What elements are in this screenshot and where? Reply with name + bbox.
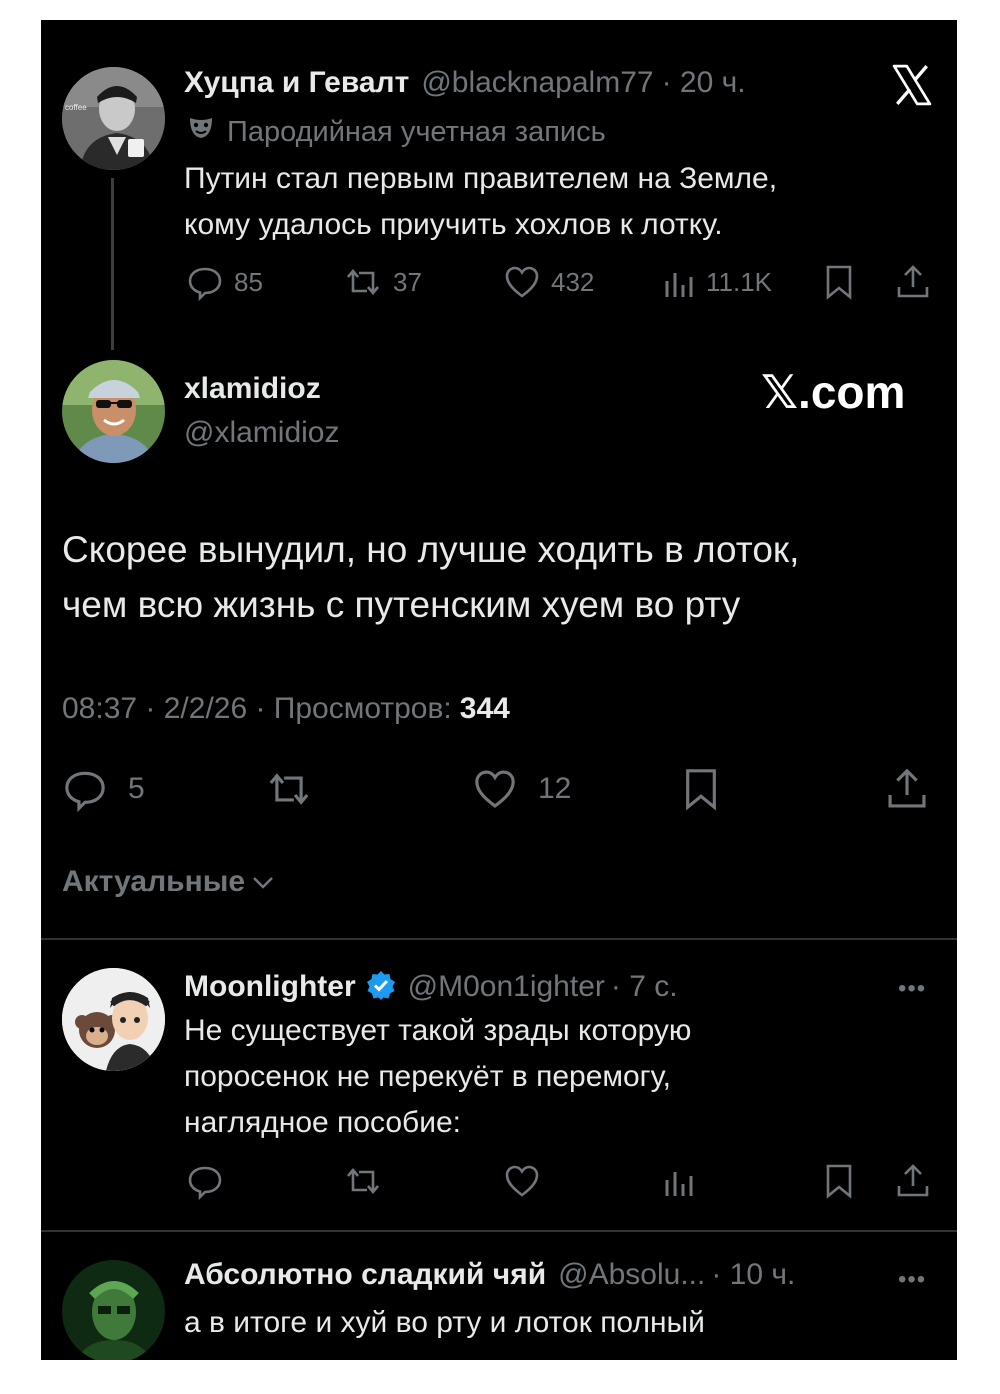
views-chart-icon: [665, 273, 693, 297]
portrait-photo: [62, 67, 165, 170]
app-screen: coffee Хуцпа и Гевалт @blacknapalm77 · 2…: [41, 20, 957, 1360]
retweet-icon: [347, 1167, 379, 1195]
quoted-retweet-count: 37: [393, 266, 422, 297]
main-tweet-views: 344: [459, 692, 510, 725]
reply1-header: Moonlighter @M0on1ighter · 7 с.: [184, 966, 678, 1004]
reply2-author-handle[interactable]: @Absolu...: [558, 1258, 705, 1292]
x-com-watermark: 𝕏.com: [761, 366, 906, 418]
quoted-tweet-text: Путин стал первым правителем на Земле, к…: [184, 156, 944, 248]
quoted-views-count: 11.1K: [706, 266, 773, 297]
retweet-icon: [347, 268, 379, 296]
quoted-author-handle[interactable]: @blacknapalm77: [421, 66, 653, 100]
main-author-name[interactable]: xlamidioz: [184, 372, 321, 406]
reply1-text-line: поросенок не перекуёт в перемогу,: [184, 1060, 671, 1093]
reply1-text: Не существует такой зрады которую поросе…: [184, 1008, 944, 1146]
heart-icon: [505, 266, 539, 298]
reply1-retweet-button[interactable]: [343, 1162, 383, 1200]
thread-connector-line: [111, 178, 114, 350]
reply2-author-name[interactable]: Абсолютно сладкий чяй: [184, 1258, 546, 1292]
parody-mask-icon: [187, 115, 215, 141]
quoted-bookmark-button[interactable]: [821, 263, 857, 301]
quoted-share-button[interactable]: [894, 263, 932, 301]
heart-icon: [475, 770, 515, 808]
reply1-author-name[interactable]: Moonlighter: [184, 970, 356, 1004]
reply1-reply-button[interactable]: [186, 1162, 224, 1200]
main-retweet-button[interactable]: [264, 766, 314, 812]
quoted-text-line: кому удалось приучить хохлов к лотку.: [184, 208, 723, 241]
main-reply-count: 5: [128, 772, 145, 805]
reply-icon: [188, 267, 222, 301]
reply1-share-button[interactable]: [894, 1162, 932, 1200]
reply1-like-button[interactable]: [503, 1162, 541, 1200]
x-logo-icon: [891, 64, 933, 111]
sort-label: Актуальные: [62, 865, 246, 898]
bookmark-icon: [686, 769, 716, 811]
section-divider: [41, 938, 957, 940]
reply2-text-line: а в итоге и хуй во рту и лоток полный: [184, 1306, 705, 1339]
reply1-author-handle[interactable]: @M0on1ighter: [408, 970, 605, 1004]
main-reply-button[interactable]: 5: [62, 766, 145, 812]
reply1-more-options-icon[interactable]: •••: [898, 975, 926, 1003]
main-like-button[interactable]: 12: [472, 766, 571, 812]
main-author-handle[interactable]: @xlamidioz: [184, 416, 340, 450]
reply-divider: [41, 1230, 957, 1232]
green-portrait-photo: [62, 1260, 165, 1360]
main-like-count: 12: [538, 772, 572, 805]
reply2-header: Абсолютно сладкий чяй @Absolu... · 10 ч.: [184, 1258, 795, 1292]
reply1-text-line: наглядное пособие:: [184, 1106, 461, 1139]
parody-label-row: Пародийная учетная запись: [187, 115, 606, 149]
main-share-button[interactable]: [884, 766, 930, 812]
share-icon: [897, 265, 929, 298]
reply1-text-line: Не существует такой зрады которую: [184, 1014, 692, 1047]
reply2-more-options-icon[interactable]: •••: [898, 1266, 926, 1294]
main-text-line: Скорее вынудил, но лучше ходить в лоток,: [62, 529, 800, 570]
bookmark-icon: [826, 265, 852, 300]
bookmark-icon: [826, 1164, 852, 1199]
quoted-time[interactable]: · 20 ч.: [662, 66, 746, 100]
reply1-author-avatar[interactable]: [62, 968, 165, 1071]
retweet-icon: [269, 773, 309, 805]
reply1-bookmark-button[interactable]: [821, 1162, 857, 1200]
reply2-text: а в итоге и хуй во рту и лоток полный: [184, 1300, 944, 1346]
reply-icon: [65, 771, 105, 812]
cup-caption: coffee: [65, 103, 87, 112]
quoted-reply-count: 85: [234, 266, 263, 297]
quoted-like-count: 432: [551, 266, 595, 297]
main-tweet-timestamp[interactable]: 08:37 · 2/2/26 · Просмотров:: [62, 692, 452, 726]
main-tweet-text: Скорее вынудил, но лучше ходить в лоток,…: [62, 522, 942, 632]
reply-icon: [188, 1166, 222, 1200]
reply2-time[interactable]: · 10 ч.: [711, 1258, 795, 1292]
views-chart-icon: [665, 1172, 693, 1196]
quoted-reply-button[interactable]: 85: [186, 263, 263, 301]
replies-sort-dropdown[interactable]: Актуальные: [62, 865, 275, 899]
main-tweet-meta: 08:37 · 2/2/26 · Просмотров: 344: [62, 692, 510, 726]
share-icon: [897, 1164, 929, 1197]
main-author-avatar[interactable]: [62, 360, 165, 463]
heart-icon: [505, 1165, 539, 1197]
main-bookmark-button[interactable]: [679, 766, 723, 812]
quoted-retweet-button[interactable]: 37: [343, 263, 422, 301]
quoted-author-name[interactable]: Хуцпа и Гевалт: [184, 66, 409, 100]
quoted-tweet-header: Хуцпа и Гевалт @blacknapalm77 · 20 ч.: [184, 66, 746, 100]
chevron-down-icon: [251, 865, 275, 899]
main-text-line: чем всю жизнь с путенским хуем во рту: [62, 584, 741, 625]
quoted-author-avatar[interactable]: coffee: [62, 67, 165, 170]
quoted-text-line: Путин стал первым правителем на Земле,: [184, 162, 778, 195]
verified-badge-icon: [366, 970, 396, 1000]
reply1-time[interactable]: · 7 с.: [611, 970, 678, 1004]
cartoon-avatar: [62, 968, 165, 1071]
quoted-like-button[interactable]: 432: [503, 263, 594, 301]
parody-label: Пародийная учетная запись: [227, 116, 606, 148]
quoted-views-button[interactable]: 11.1K: [662, 263, 772, 301]
share-icon: [888, 768, 926, 808]
reply1-views-button[interactable]: [662, 1162, 696, 1200]
reply2-author-avatar[interactable]: [62, 1260, 165, 1360]
selfie-photo: [62, 360, 165, 463]
